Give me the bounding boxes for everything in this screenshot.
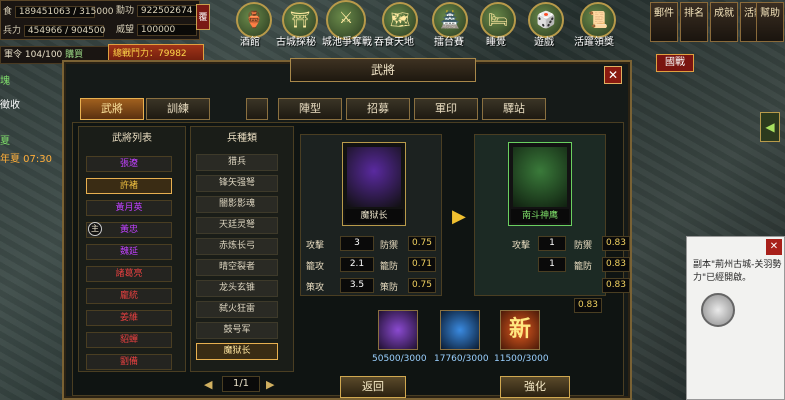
menu-label-sleep: 睡覺 (486, 37, 506, 48)
item-count: 17760/3000 (434, 354, 489, 364)
dungeon-notice: ✕ 副本"荊州古城-关羽勢力"已經開啟。 (686, 236, 785, 400)
unit-item[interactable]: 天廷灵弩 (196, 217, 278, 234)
strat-def-label-right: 籠防 (574, 262, 593, 272)
attack-label: 攻擊 (306, 241, 325, 251)
unit-list-title: 兵種類 (227, 133, 257, 144)
tab-station[interactable]: 驛站 (482, 98, 546, 120)
panel-title: 武將 (290, 58, 476, 82)
phys-def-value-right: 0.83 (602, 236, 630, 251)
next-unit-name: 南斗神鹰 (511, 209, 569, 223)
unit-item[interactable]: 晴空裂者 (196, 259, 278, 276)
arrow-right-icon: ▶ (452, 206, 466, 227)
tactic-atk-label: 策攻 (306, 283, 325, 293)
new-badge-icon[interactable]: 新 (500, 310, 540, 350)
general-list-title: 武將列表 (112, 133, 152, 144)
achievement-button[interactable]: 成就 (710, 2, 738, 42)
strat-def-label: 籠防 (380, 262, 399, 272)
tab-recruit[interactable]: 招募 (346, 98, 410, 120)
menu-label-conquer: 吞食天地 (374, 37, 414, 48)
strat-atk-value-right: 1 (538, 257, 566, 272)
next-page-icon[interactable]: ▶ (266, 378, 274, 391)
strat-atk-value: 2.1 (340, 257, 374, 272)
current-unit-name: 魔狱长 (345, 209, 403, 223)
left-strip-3: 夏 (0, 136, 10, 147)
tab-general[interactable]: 武將 (80, 98, 144, 120)
general-item[interactable]: 龐統 (86, 288, 172, 304)
collapse-arrow-icon[interactable]: ◀ (760, 112, 780, 142)
purple-orb-icon[interactable] (378, 310, 418, 350)
general-item[interactable]: 魏延 (86, 244, 172, 260)
back-button[interactable]: 返回 (340, 376, 406, 398)
unit-item[interactable]: 闇影影魂 (196, 196, 278, 213)
portal-icon (701, 293, 735, 327)
next-unit-card[interactable]: 南斗神鹰 (508, 142, 572, 226)
item-count: 11500/3000 (494, 354, 549, 364)
unit-item[interactable]: 赤炼长弓 (196, 238, 278, 255)
blue-scroll-icon[interactable] (440, 310, 480, 350)
attack-value: 3 (340, 236, 374, 251)
prev-page-icon[interactable]: ◀ (204, 378, 212, 391)
help-button[interactable]: 幫助 (756, 2, 784, 42)
tab-blank[interactable] (246, 98, 268, 120)
menu-label-reward: 活躍領獎 (574, 37, 614, 48)
notice-text: 副本"荊州古城-关羽勢力"已經開啟。 (693, 260, 782, 283)
attack-value-right: 1 (538, 236, 566, 251)
page-indicator: 1/1 (222, 376, 260, 392)
extra-value-right: 0.83 (574, 298, 602, 313)
unit-item[interactable]: 锋矢强弩 (196, 175, 278, 192)
menu-label-arena: 擂台賽 (434, 37, 464, 48)
close-icon[interactable]: ✕ (604, 66, 622, 84)
attack-label-right: 攻擊 (512, 241, 531, 251)
general-item-selected[interactable]: 許褚 (86, 178, 172, 194)
general-item[interactable]: 諸葛亮 (86, 266, 172, 282)
menu-label-game: 遊戲 (534, 37, 554, 48)
soldier-row: 兵力 454966 / 904500 (3, 25, 106, 37)
southern-eagle-portrait-icon (513, 147, 567, 207)
tactic-atk-value: 3.5 (340, 278, 374, 293)
unit-item[interactable]: 龙头玄锥 (196, 280, 278, 297)
flag-icon[interactable]: 覆 (196, 4, 210, 30)
general-item[interactable]: 貂蟬 (86, 332, 172, 348)
unit-item-selected[interactable]: 魔狱长 (196, 343, 278, 360)
game-time: 年夏 07:30 (0, 154, 52, 165)
unit-item[interactable]: 弑火狂雷 (196, 301, 278, 318)
food-row: 食 189451063 / 315000 (3, 6, 114, 18)
menu-label-city-battle: 城池爭奪戰 (322, 37, 372, 48)
general-item[interactable]: 姜維 (86, 310, 172, 326)
phys-def-label: 防禦 (380, 241, 399, 251)
unit-item[interactable]: 鼓号军 (196, 322, 278, 339)
general-item[interactable]: 黃月英 (86, 200, 172, 216)
prestige-row: 威望 100000 (116, 22, 197, 36)
tab-formation[interactable]: 陣型 (278, 98, 342, 120)
strat-def-value: 0.71 (408, 257, 436, 272)
strat-atk-label: 籠攻 (306, 262, 325, 272)
lord-badge: 主 (88, 222, 102, 236)
phys-def-value: 0.75 (408, 236, 436, 251)
mail-button[interactable]: 郵件 (650, 2, 678, 42)
tab-training[interactable]: 訓練 (146, 98, 210, 120)
demon-warden-portrait-icon (347, 147, 401, 207)
strat-def-value-right: 0.83 (602, 257, 630, 272)
left-strip-1: 塊 (0, 76, 10, 87)
notice-close-icon[interactable]: ✕ (766, 239, 782, 255)
rank-button[interactable]: 排名 (680, 2, 708, 42)
general-item[interactable]: 張遼 (86, 156, 172, 172)
item-count: 50500/3000 (372, 354, 427, 364)
buy-order-button[interactable]: 購買 (65, 50, 83, 60)
menu-label-tavern: 酒館 (240, 37, 260, 48)
tactic-def-value-right: 0.83 (602, 278, 630, 293)
tactic-def-value: 0.75 (408, 278, 436, 293)
menu-label-ancient: 古城探秘 (276, 37, 316, 48)
tab-seal[interactable]: 軍印 (414, 98, 478, 120)
current-unit-card[interactable]: 魔狱长 (342, 142, 406, 226)
left-strip-2[interactable]: 徵收 (0, 96, 20, 111)
phys-def-label-right: 防禦 (574, 241, 593, 251)
general-item[interactable]: 劉備 (86, 354, 172, 370)
national-war-button[interactable]: 國戰 (656, 54, 694, 72)
rank-row: 勳功 922502674 (116, 3, 197, 17)
unit-item[interactable]: 猎兵 (196, 154, 278, 171)
upgrade-button[interactable]: 強化 (500, 376, 570, 398)
tactic-def-label: 策防 (380, 283, 399, 293)
